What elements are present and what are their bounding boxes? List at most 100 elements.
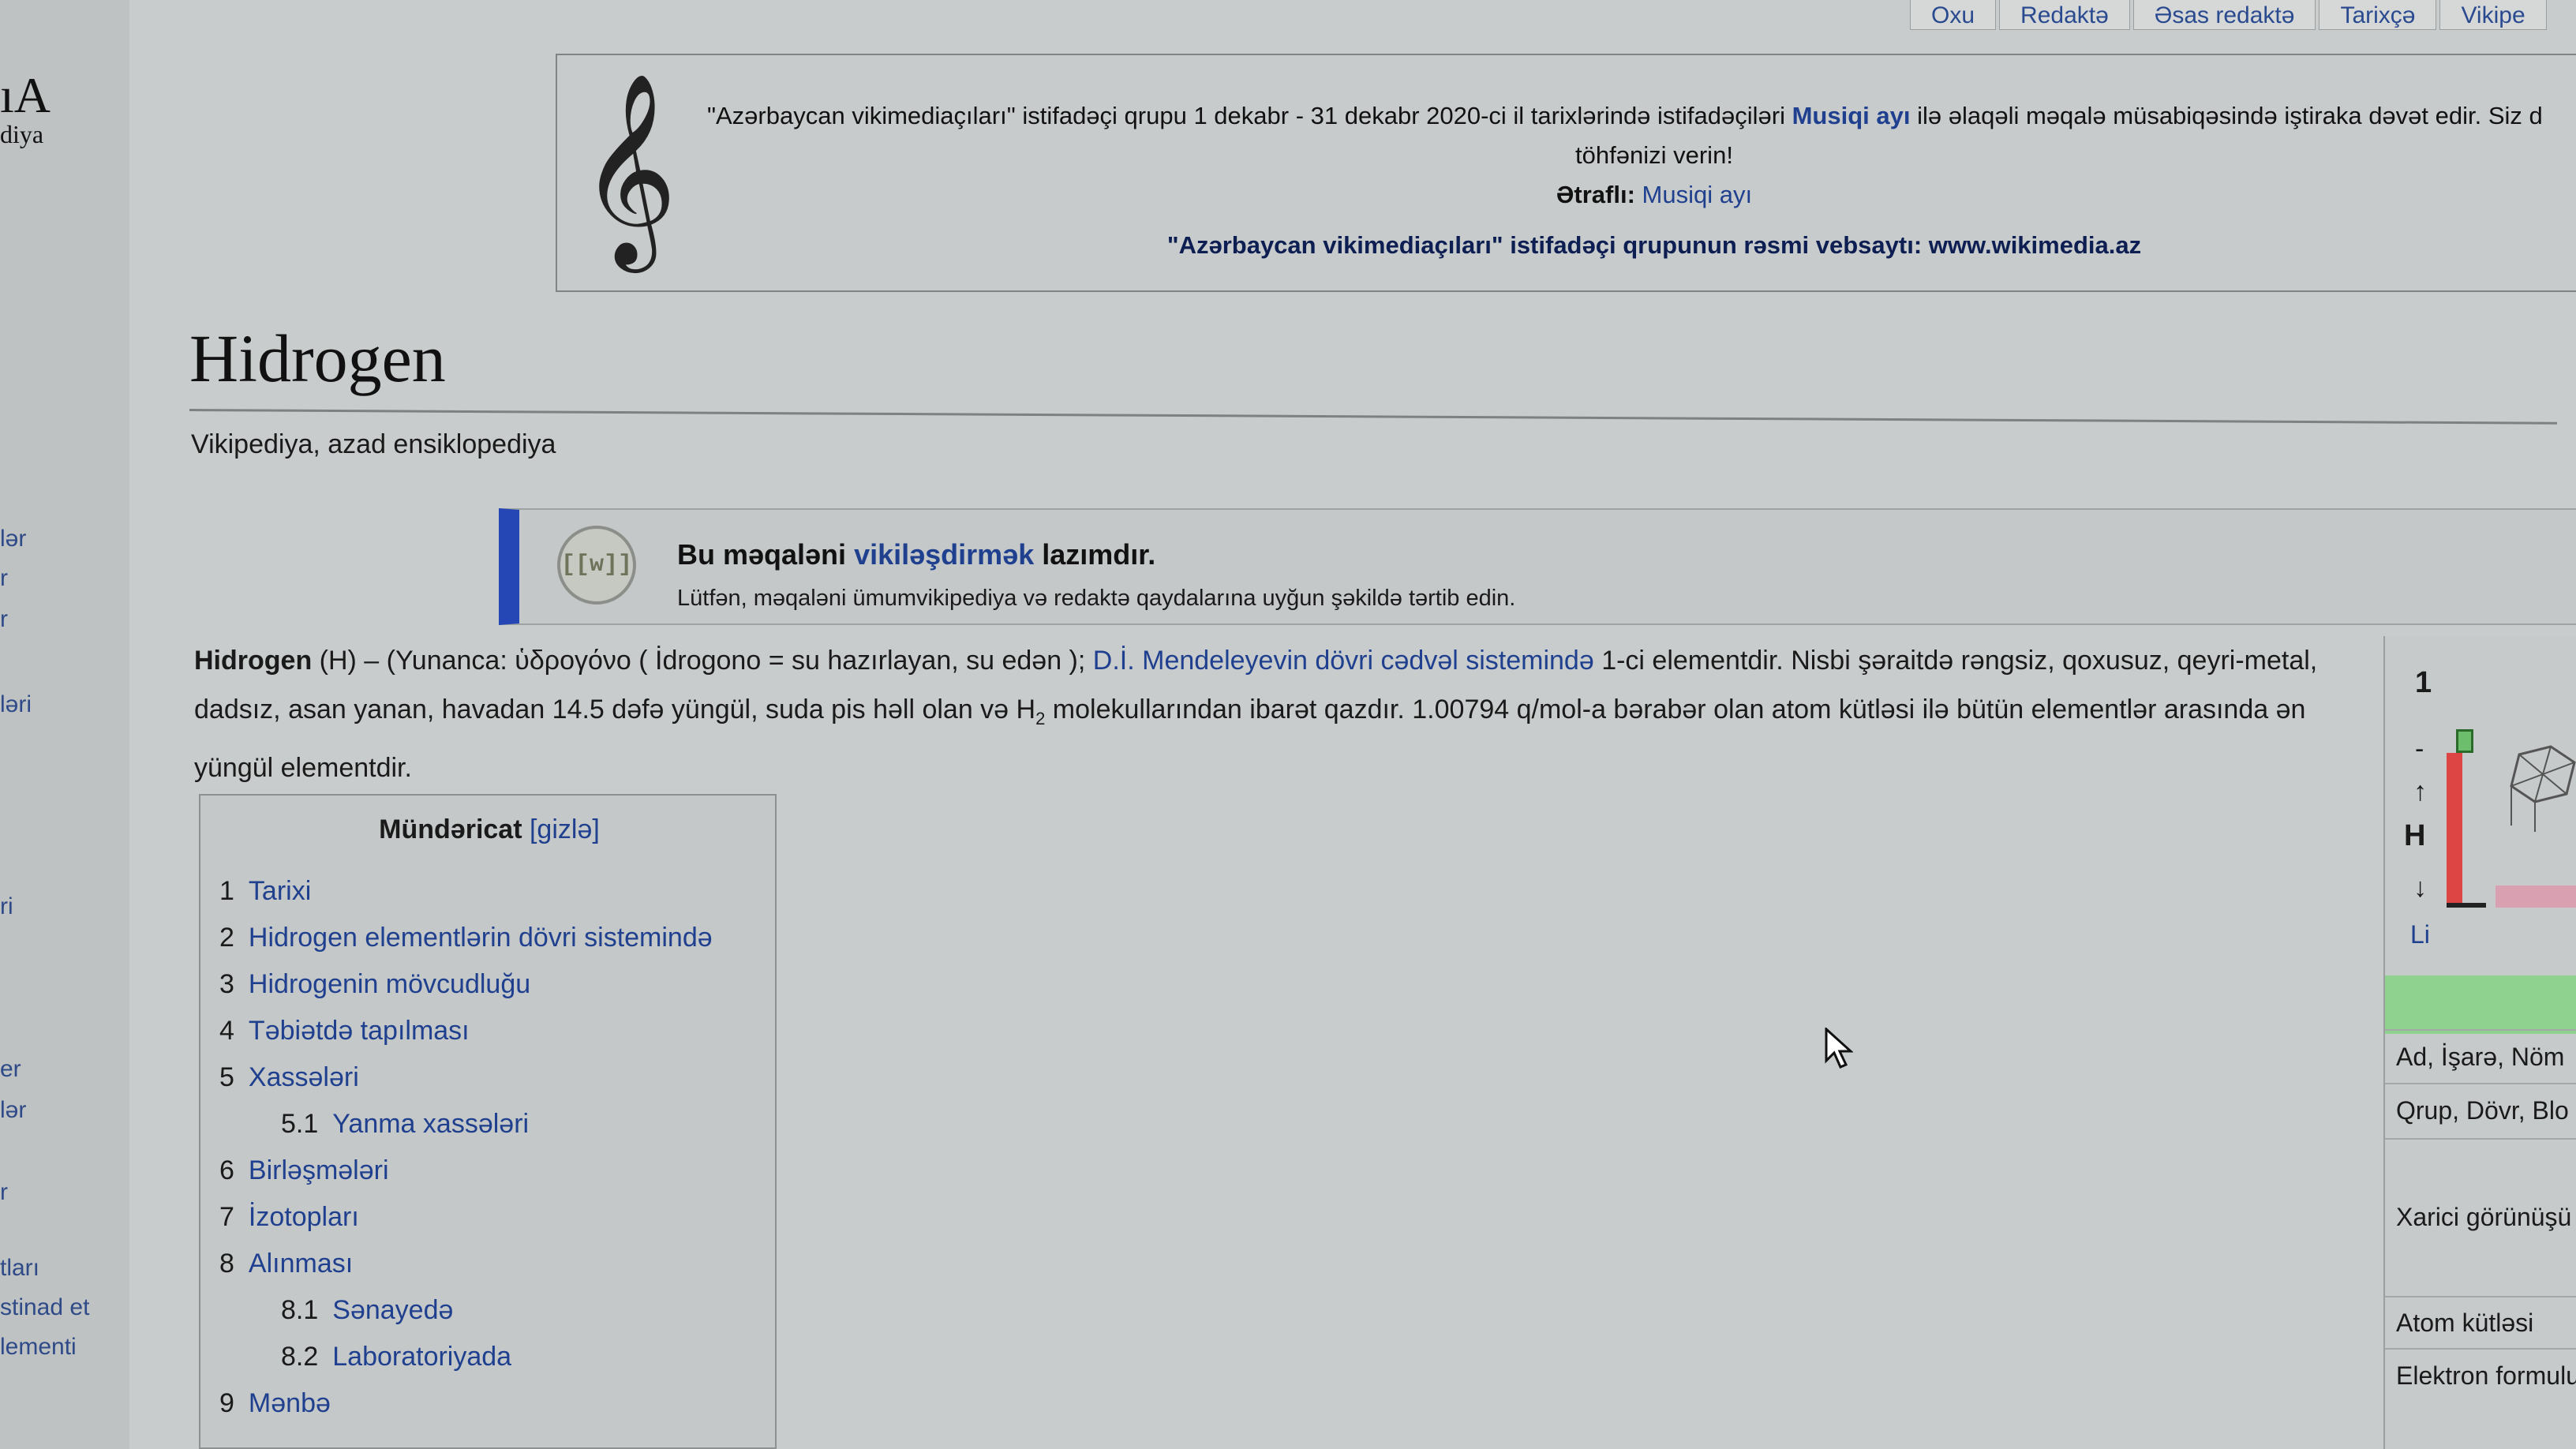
- article-subject: Hidrogen: [194, 646, 313, 676]
- sidebar-link[interactable]: lər: [0, 1097, 26, 1124]
- toc-link[interactable]: Laboratoriyada: [332, 1342, 511, 1372]
- sidebar-link[interactable]: lər: [0, 526, 26, 552]
- toc-link[interactable]: Birləşmələri: [249, 1155, 389, 1185]
- page-tabs: Oxu Redaktə Əsas redaktə Tarixçə Vikipe: [1910, 0, 2550, 30]
- toc-link[interactable]: Təbiətdə tapılması: [249, 1016, 470, 1046]
- toc-link[interactable]: İzotopları: [249, 1202, 359, 1232]
- toc-link[interactable]: Sənayedə: [332, 1295, 453, 1325]
- maintenance-notice-box: [[w]] Bu məqaləni vikiləşdirmək lazımdır…: [499, 508, 2576, 625]
- toc-item[interactable]: 5 Xassələri: [219, 1054, 713, 1101]
- bar-indicator: [2447, 753, 2462, 903]
- toc-item[interactable]: 1 Tarixi: [219, 868, 713, 915]
- tab-label: Əsas redaktə: [2154, 2, 2295, 28]
- toc-number: 9: [219, 1388, 234, 1418]
- toc-link[interactable]: Hidrogenin mövcudluğu: [249, 969, 530, 999]
- title-divider: [189, 409, 2557, 425]
- toc-item[interactable]: 8.2 Laboratoriyada: [219, 1334, 713, 1380]
- toc-item[interactable]: 8 Alınması: [219, 1241, 713, 1287]
- toc-list: 1 Tarixi 2 Hidrogen elementlərin dövri sist…: [219, 868, 713, 1427]
- website-link[interactable]: "Azərbaycan vikimediaçıları" istifadəçi …: [707, 226, 2576, 265]
- page-title: Hidrogen: [189, 320, 446, 396]
- toc-number: 8: [219, 1249, 234, 1279]
- sidebar-link[interactable]: tları: [0, 1255, 39, 1282]
- site-logo[interactable]: ıA: [0, 66, 51, 125]
- atomic-number: 1: [2415, 666, 2432, 699]
- tab-label: Redaktə: [2020, 2, 2109, 28]
- toc-link[interactable]: Hidrogen elementlərin dövri sistemində: [249, 923, 713, 953]
- sidebar-link[interactable]: r: [0, 606, 8, 633]
- toc-title: Mündəricat: [379, 814, 522, 844]
- wikify-link[interactable]: vikiləşdirmək: [854, 538, 1034, 571]
- crystal-structure-icon: [2510, 745, 2576, 832]
- toc-header: Mündəricat [gizlə]: [200, 814, 778, 845]
- site-logo-subtitle: diya: [0, 120, 44, 148]
- toc-number: 8.2: [281, 1342, 319, 1372]
- table-of-contents: Mündəricat [gizlə] 1 Tarixi 2 Hidrogen elem…: [199, 794, 777, 1449]
- toc-number: 1: [219, 876, 234, 906]
- toc-link[interactable]: Yanma xassələri: [332, 1109, 529, 1139]
- toc-item[interactable]: 5.1 Yanma xassələri: [219, 1101, 713, 1148]
- tab-3[interactable]: Tarixçə: [2319, 0, 2437, 30]
- wikify-icon: [[w]]: [557, 526, 636, 605]
- treble-clef-icon: 𝄞: [579, 71, 678, 264]
- sidebar-link[interactable]: stinad et: [0, 1294, 89, 1321]
- sidebar-link[interactable]: r: [0, 565, 8, 592]
- site-notice-details: Ətraflı: Musiqi ayı: [1556, 181, 1753, 208]
- bar-baseline: [2447, 903, 2486, 908]
- sidebar-link[interactable]: ləri: [0, 691, 32, 718]
- toc-link[interactable]: Tarixi: [249, 876, 311, 906]
- musiqi-ayi-link[interactable]: Musiqi ayı: [1792, 102, 1911, 129]
- sidebar-link[interactable]: ri: [0, 893, 13, 920]
- mouse-cursor-icon: [1825, 1028, 1853, 1069]
- site-notice-line: "Azərbaycan vikimediaçıları" istifadəçi …: [707, 102, 2543, 129]
- arrow-down-icon: ↓: [2413, 873, 2427, 903]
- notice-subtitle: Lütfən, məqaləni ümumvikipediya və redak…: [677, 586, 1516, 611]
- infobox-row-label: Atom kütləsi: [2385, 1296, 2576, 1346]
- toc-number: 3: [219, 969, 234, 999]
- infobox-row-label: Ad, İşarə, Nöm: [2385, 1029, 2576, 1081]
- notice-title: Bu məqaləni vikiləşdirmək lazımdır.: [677, 538, 1156, 571]
- tab-label: Oxu: [1931, 2, 1975, 28]
- site-notice-text: "Azərbaycan vikimediaçıları" istifadəçi …: [707, 96, 2576, 265]
- tab-label: Tarixçə: [2340, 2, 2416, 28]
- toc-item[interactable]: 2 Hidrogen elementlərin dövri sistemində: [219, 915, 713, 961]
- category-color-row: [2385, 975, 2576, 1034]
- page-tagline: Vikipediya, azad ensiklopediya: [191, 429, 556, 459]
- toc-item[interactable]: 9 Mənbə: [219, 1380, 713, 1427]
- tab-2[interactable]: Əsas redaktə: [2132, 0, 2316, 30]
- sidebar-link[interactable]: r: [0, 1179, 8, 1206]
- toc-link[interactable]: Mənbə: [249, 1388, 331, 1418]
- toc-item[interactable]: 6 Birləşmələri: [219, 1148, 713, 1194]
- tab-0[interactable]: Oxu: [1910, 0, 1997, 30]
- sidebar-link[interactable]: lementi: [0, 1334, 77, 1361]
- toc-number: 5.1: [281, 1109, 319, 1139]
- tab-label: Vikipe: [2461, 2, 2525, 28]
- main-content: 𝄞 "Azərbaycan vikimediaçıları" istifadəç…: [158, 32, 2576, 1449]
- infobox-row-label: Elektron formulu: [2385, 1348, 2576, 1400]
- next-element-link[interactable]: Li: [2410, 920, 2430, 949]
- element-symbol: H: [2404, 819, 2426, 852]
- tab-4[interactable]: Vikipe: [2439, 0, 2547, 30]
- above-element: -: [2415, 734, 2424, 764]
- sidebar: ıA diya lər r r ləri ri er lər r tları stinad et l…: [0, 0, 129, 1449]
- toc-item[interactable]: 3 Hidrogenin mövcudluğu: [219, 961, 713, 1008]
- periodic-strip: [2496, 886, 2576, 908]
- details-link[interactable]: Musiqi ayı: [1642, 181, 1753, 208]
- lead-paragraph: Hidrogen (H) – (Yunanca: ὑδρογόνο ( İdro…: [194, 646, 2318, 783]
- mendeleev-link[interactable]: D.İ. Mendeleyevin dövri cədvəl sistemind…: [1093, 646, 1594, 676]
- arrow-up-icon: ↑: [2413, 777, 2427, 807]
- sidebar-link[interactable]: er: [0, 1056, 21, 1083]
- toc-item[interactable]: 4 Təbiətdə tapılması: [219, 1008, 713, 1054]
- toc-link[interactable]: Alınması: [249, 1249, 353, 1279]
- toc-link[interactable]: Xassələri: [249, 1062, 359, 1092]
- tab-1[interactable]: Redaktə: [1999, 0, 2130, 30]
- bar-indicator-icon: [2456, 729, 2473, 753]
- toc-number: 4: [219, 1016, 234, 1046]
- toc-item[interactable]: 8.1 Sənayedə: [219, 1287, 713, 1334]
- toc-item[interactable]: 7 İzotopları: [219, 1194, 713, 1241]
- infobox-row-label: Xarici görünüşü: [2385, 1138, 2576, 1293]
- toc-number: 2: [219, 923, 234, 953]
- element-infobox: 1 - ↑ H ↓ Li Ad, İşarə, Nöm Qrup, Dövr, B…: [2383, 636, 2576, 1449]
- toc-number: 8.1: [281, 1295, 319, 1325]
- toc-hide-toggle[interactable]: [gizlə]: [530, 814, 600, 844]
